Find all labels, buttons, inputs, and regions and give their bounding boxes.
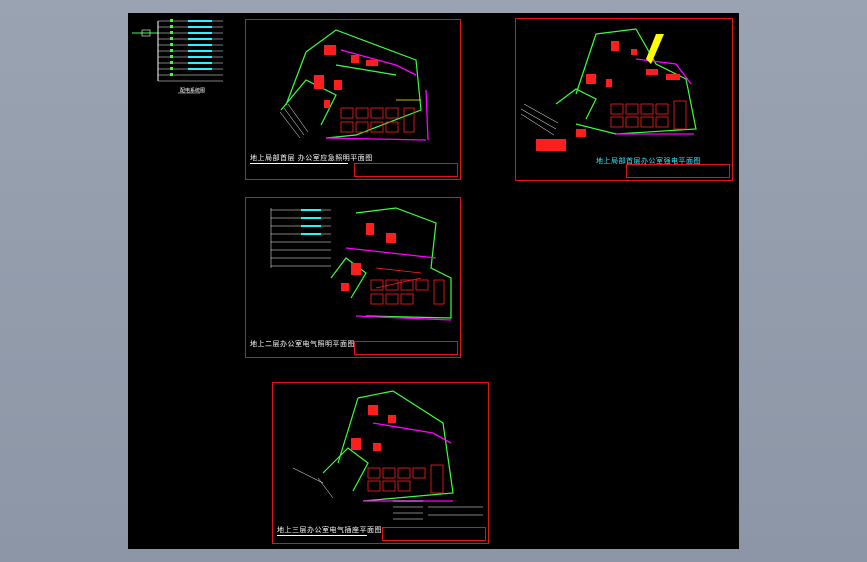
legend-label: 配电系统图 (180, 88, 206, 94)
title-underline (250, 163, 348, 164)
title-block (354, 163, 458, 177)
floor-plan-3 (270, 207, 452, 321)
drawing-sheet-4[interactable]: 地上三层办公室电气插座平面图 (272, 382, 489, 544)
distribution-diagram (132, 19, 223, 94)
floor-plan-4 (292, 390, 483, 520)
cad-model-space[interactable]: 配电系统图 地上局部首层 办公室应急照明平面图 地上局部首层办公室强电平面图 地… (128, 13, 739, 549)
title-block (382, 527, 486, 541)
drawing-sheet-2[interactable]: 地上局部首层办公室强电平面图 (515, 18, 733, 181)
title-block (626, 164, 730, 178)
sheet-title: 地上三层办公室电气插座平面图 (277, 526, 382, 534)
title-underline (277, 535, 367, 536)
drawing-sheet-3[interactable]: 地上二层办公室电气照明平面图 (245, 197, 461, 358)
title-block (354, 341, 458, 355)
sheet-title: 地上二层办公室电气照明平面图 (250, 340, 355, 348)
drawing-sheet-1[interactable]: 地上局部首层 办公室应急照明平面图 (245, 19, 461, 180)
sheet-title: 地上局部首层 办公室应急照明平面图 (250, 154, 373, 162)
